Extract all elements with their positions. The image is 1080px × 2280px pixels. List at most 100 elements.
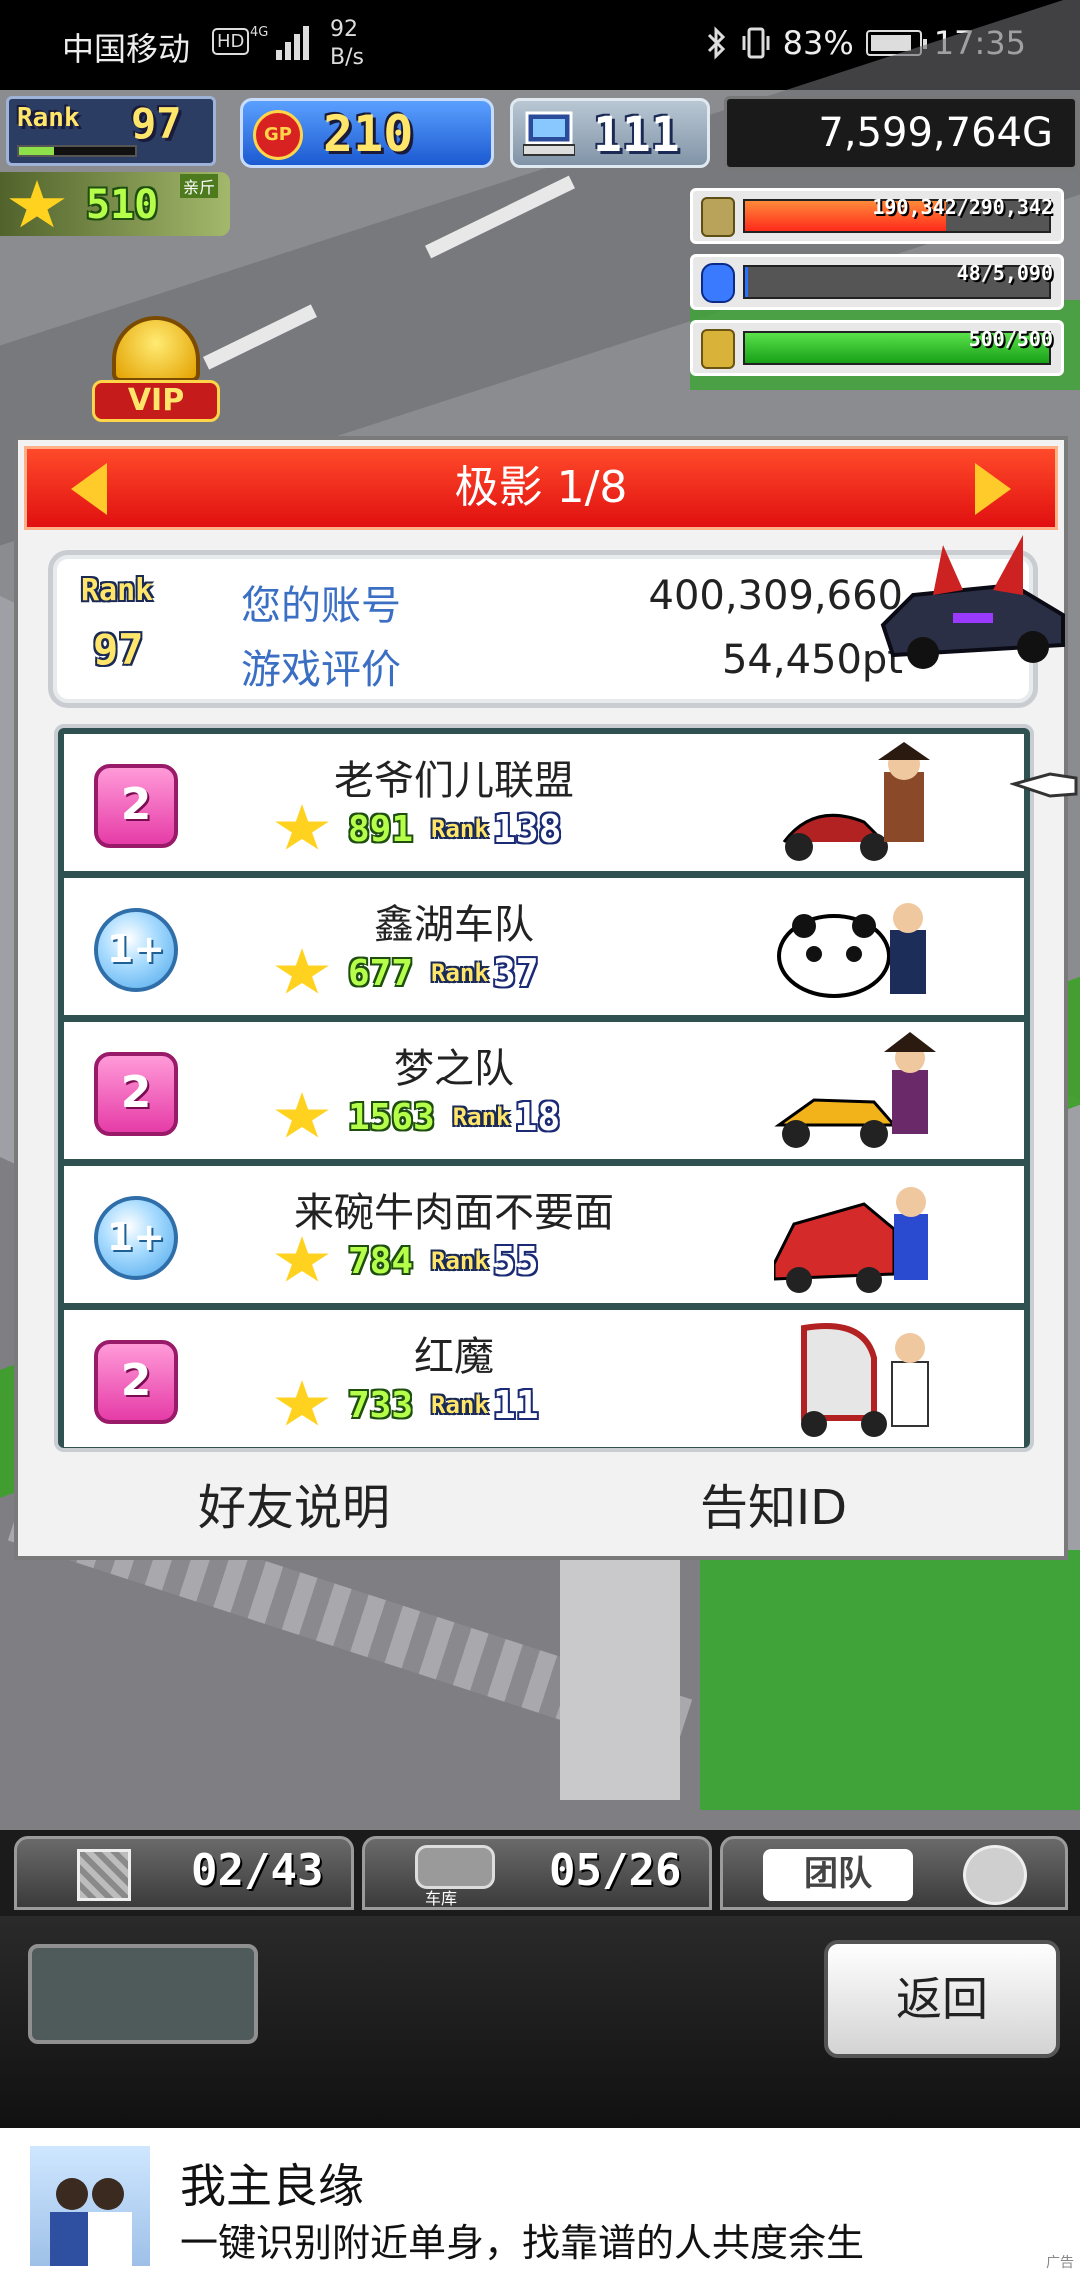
list-item[interactable]: 1+ 来碗牛肉面不要面 784 Rank 55	[64, 1166, 1024, 1303]
red-truck-driver-sprite-icon	[774, 1187, 928, 1293]
bottom-panel: 返回	[0, 1916, 1080, 2128]
garage-count: 05/26	[549, 1845, 682, 1896]
star-icon	[275, 804, 329, 850]
friend-stars: 784	[348, 1240, 414, 1282]
list-item[interactable]: 2 梦之队 1563 Rank 18	[64, 1022, 1024, 1159]
resource-fill-fuel	[745, 267, 749, 297]
star-icon	[275, 1092, 329, 1138]
rank-word: Rank	[431, 1391, 489, 1419]
star-icon	[9, 180, 65, 228]
tricycle-driver-sprite-icon	[801, 1323, 929, 1437]
friend-level-badge: 1+	[94, 908, 178, 992]
friend-rank-value: 18	[514, 1095, 561, 1139]
ad-text: 一键识别附近单身，找靠谱的人共度余生	[180, 2221, 865, 2265]
next-page-arrow-icon[interactable]	[975, 463, 1011, 515]
pc-points-panel[interactable]: 111	[510, 98, 710, 168]
vip-label: VIP	[92, 380, 220, 422]
fans-value: 510	[86, 182, 159, 228]
pc-value: 111	[593, 107, 680, 163]
vibrate-icon	[742, 27, 770, 59]
avatar	[963, 1845, 1027, 1905]
net-speed: 92 B/s	[330, 16, 364, 72]
friend-name: 老爷们儿联盟	[334, 758, 574, 804]
list-item[interactable]: 1+ 鑫湖车队 677 Rank 37	[64, 878, 1024, 1015]
star-icon	[275, 948, 329, 994]
gp-icon: GP	[253, 110, 303, 160]
star-icon	[275, 1236, 329, 1282]
friend-stats: 733 Rank 11	[274, 1380, 539, 1430]
friend-rank: Rank 138	[431, 807, 561, 851]
ad-thumbnail[interactable]	[30, 2146, 150, 2266]
resource-bar-money: 190,342/290,342	[690, 188, 1064, 244]
computer-icon	[523, 111, 575, 156]
resource-bar-fuel: 48/5,090	[690, 254, 1064, 310]
gp-panel[interactable]: GP 210	[240, 98, 494, 168]
rank-label: Rank	[17, 103, 80, 133]
friend-stats: 677 Rank 37	[274, 948, 539, 998]
friends-dialog: 极影 1/8 Rank 97 您的账号 400,309,660 游戏评价 54,…	[14, 436, 1068, 1560]
back-button[interactable]: 返回	[824, 1940, 1060, 2058]
score-value: 54,450pt	[721, 637, 903, 683]
car-icon	[415, 1845, 495, 1889]
friend-rank: Rank 37	[431, 951, 539, 995]
tab-boxes[interactable]: 02/43	[14, 1836, 354, 1910]
ad-title: 我主良缘	[180, 2159, 364, 2213]
friend-stats: 784 Rank 55	[274, 1236, 539, 1286]
friend-rank-value: 11	[492, 1383, 539, 1427]
hd-indicator: HD	[212, 28, 250, 55]
ad-banner[interactable]: 我主良缘 一键识别附近单身，找靠谱的人共度余生 广告	[0, 2128, 1080, 2280]
friend-level-badge: 1+	[94, 1196, 178, 1280]
crate-icon	[77, 1849, 131, 1901]
friend-rank-value: 138	[492, 807, 562, 851]
friend-level-badge: 2	[94, 764, 178, 848]
crown-icon	[112, 316, 200, 382]
empty-slot[interactable]	[28, 1944, 258, 2044]
rank-word: Rank	[431, 1247, 489, 1275]
dialog-header: 极影 1/8	[24, 446, 1058, 530]
friend-name: 鑫湖车队	[374, 902, 534, 948]
signal-icon: 4G	[250, 25, 309, 60]
friend-stats: 1563 Rank 18	[274, 1092, 560, 1142]
rank-word: Rank	[431, 959, 489, 987]
friend-stars: 677	[348, 952, 414, 994]
wheat-icon	[701, 329, 735, 369]
race-car-driver-sprite-icon	[774, 1032, 936, 1148]
team-label: 团队	[763, 1849, 913, 1901]
coin-stack-icon	[701, 197, 735, 237]
account-value: 400,309,660	[648, 573, 903, 619]
bluetooth-icon	[707, 26, 725, 60]
player-rank-panel: Rank 97	[6, 96, 216, 166]
friend-stars: 733	[348, 1384, 414, 1426]
my-account-card: Rank 97 您的账号 400,309,660 游戏评价 54,450pt	[48, 535, 1065, 708]
score-label: 游戏评价	[241, 647, 401, 693]
garage-label: 车库	[425, 1889, 458, 1908]
friend-help-button[interactable]: 好友说明	[198, 1468, 390, 1538]
vip-button[interactable]: VIP	[92, 316, 220, 426]
motorbike-driver-sprite-icon	[782, 742, 930, 861]
dialog-footer: 好友说明 告知ID	[18, 1456, 1064, 1556]
ad-mark: 广告	[1046, 2255, 1074, 2271]
gp-value: 210	[323, 105, 414, 163]
notify-id-button[interactable]: 告知ID	[700, 1468, 847, 1538]
tab-team[interactable]: 团队	[720, 1836, 1068, 1910]
network-type-label: 4G	[250, 25, 268, 40]
panda-car-driver-sprite-icon	[777, 903, 926, 998]
fans-panel: 510 亲斤	[0, 172, 230, 236]
list-item[interactable]: 2 老爷们儿联盟 891 Rank 138	[64, 734, 1024, 871]
car-sprite-icon	[880, 535, 1065, 669]
list-item[interactable]: 2 红魔 733 Rank 11	[64, 1310, 1024, 1447]
friend-rank: Rank 11	[431, 1383, 539, 1427]
friend-name: 红魔	[414, 1334, 494, 1380]
bottom-tabs: 02/43 车库 05/26 团队	[0, 1830, 1080, 1916]
friend-rank-value: 55	[492, 1239, 539, 1283]
star-icon	[275, 1380, 329, 1426]
net-speed-unit: B/s	[330, 45, 364, 70]
tab-garage[interactable]: 车库 05/26	[362, 1836, 712, 1910]
rank-word: Rank	[452, 1103, 511, 1131]
friend-rank: Rank 18	[453, 1095, 561, 1139]
rank-word: Rank	[431, 815, 489, 843]
dialog-title: 极影 1/8	[454, 462, 628, 513]
friend-stars: 1563	[348, 1096, 435, 1138]
resource-value-money: 190,342/290,342	[872, 195, 1053, 219]
couple-photo-icon	[50, 2178, 132, 2266]
